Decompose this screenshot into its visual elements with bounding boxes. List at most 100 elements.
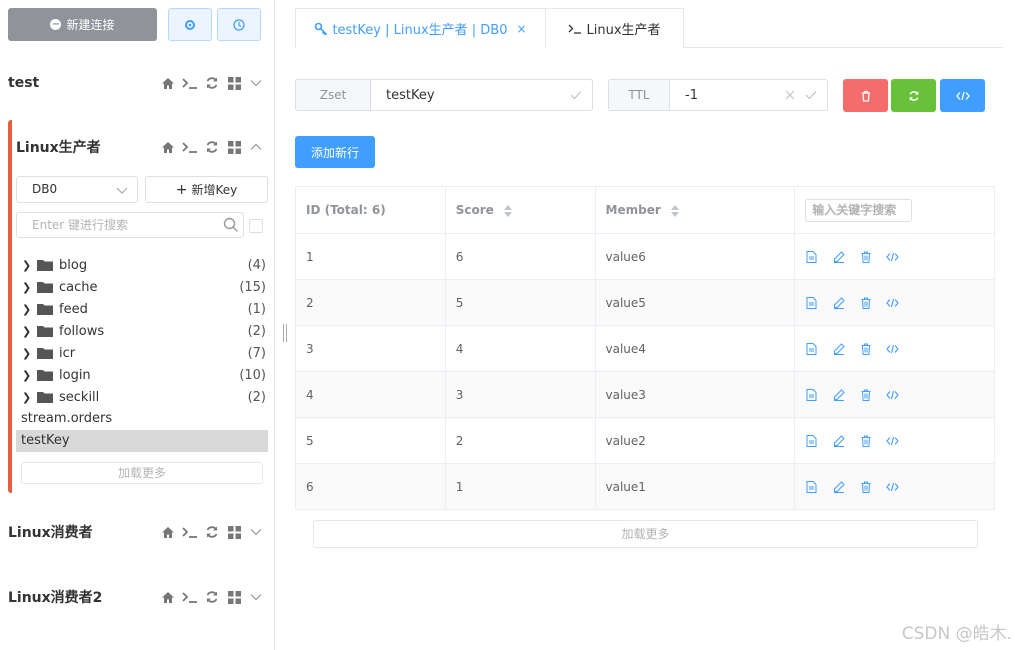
terminal-icon[interactable] (182, 524, 198, 540)
home-icon[interactable] (160, 75, 176, 91)
view-icon[interactable] (805, 342, 818, 355)
edit-icon[interactable] (832, 434, 845, 447)
ttl-input[interactable]: -1 (670, 80, 827, 110)
search-icon[interactable] (223, 217, 239, 233)
cell-score: 2 (444, 417, 596, 464)
folder-item-seckill[interactable]: ❯ seckill (2) (16, 386, 268, 408)
dump-command-button[interactable] (940, 79, 985, 112)
refresh-icon[interactable] (204, 524, 220, 540)
view-icon[interactable] (805, 296, 818, 309)
tab-label: Linux生产者 (586, 23, 661, 38)
trash-icon[interactable] (859, 250, 872, 263)
grid-icon[interactable] (226, 75, 242, 91)
folder-item-blog[interactable]: ❯ blog (4) (16, 254, 268, 276)
check-icon[interactable] (805, 90, 817, 100)
settings-button[interactable] (168, 8, 212, 41)
sort-icon[interactable] (670, 204, 679, 217)
key-name-input[interactable]: testKey (371, 80, 592, 110)
tab-cli[interactable]: Linux生产者 (545, 8, 684, 48)
column-header-member[interactable]: Member (594, 186, 796, 234)
edit-icon[interactable] (832, 342, 845, 355)
view-icon[interactable] (805, 480, 818, 493)
chevron-down-icon[interactable] (248, 589, 264, 605)
trash-icon[interactable] (859, 296, 872, 309)
chevron-right-icon[interactable]: ❯ (22, 391, 34, 404)
chevron-right-icon[interactable]: ❯ (22, 325, 34, 338)
connection-item-linux-consumer[interactable]: Linux消费者 (8, 520, 264, 544)
key-item[interactable]: stream.orders (16, 408, 268, 430)
folder-item-cache[interactable]: ❯ cache (15) (16, 276, 268, 298)
load-more-rows-button[interactable]: 加载更多 (313, 520, 978, 548)
clear-icon[interactable] (785, 90, 795, 100)
connection-item-linux-consumer2[interactable]: Linux消费者2 (8, 585, 264, 609)
db-select[interactable]: DB0 (16, 176, 138, 203)
code-icon[interactable] (886, 434, 899, 447)
folder-count: (2) (247, 389, 266, 405)
home-icon[interactable] (160, 524, 176, 540)
refresh-key-button[interactable] (891, 79, 936, 112)
sort-icon[interactable] (504, 204, 513, 217)
chevron-down-icon[interactable] (248, 75, 264, 91)
trash-icon[interactable] (859, 434, 872, 447)
code-icon[interactable] (886, 342, 899, 355)
trash-icon[interactable] (859, 342, 872, 355)
edit-icon[interactable] (832, 250, 845, 263)
edit-icon[interactable] (832, 388, 845, 401)
column-header-score[interactable]: Score (444, 186, 596, 234)
view-icon[interactable] (805, 388, 818, 401)
key-type-label: Zset (296, 80, 371, 110)
folder-item-login[interactable]: ❯ login (10) (16, 364, 268, 386)
add-key-button[interactable]: + 新增Key (145, 176, 268, 203)
trash-icon[interactable] (859, 480, 872, 493)
refresh-icon (908, 90, 919, 101)
edit-icon[interactable] (832, 480, 845, 493)
add-row-button[interactable]: 添加新行 (295, 136, 375, 168)
code-icon[interactable] (886, 388, 899, 401)
connection-item-test[interactable]: test (8, 71, 264, 95)
view-icon[interactable] (805, 434, 818, 447)
history-button[interactable] (217, 8, 261, 41)
terminal-icon[interactable] (182, 589, 198, 605)
chevron-up-icon[interactable] (248, 139, 264, 155)
terminal-icon[interactable] (182, 139, 198, 155)
code-icon[interactable] (886, 480, 899, 493)
connection-item-linux-producer[interactable]: Linux生产者 (16, 135, 264, 159)
home-icon[interactable] (160, 139, 176, 155)
ttl-label: TTL (609, 80, 670, 110)
grid-icon[interactable] (226, 524, 242, 540)
code-icon[interactable] (886, 250, 899, 263)
view-icon[interactable] (805, 250, 818, 263)
load-more-keys-button[interactable]: 加载更多 (21, 462, 263, 484)
chevron-down-icon[interactable] (248, 524, 264, 540)
edit-icon[interactable] (832, 296, 845, 309)
chevron-right-icon[interactable]: ❯ (22, 259, 34, 272)
folder-item-feed[interactable]: ❯ feed (1) (16, 298, 268, 320)
tab-key-detail[interactable]: testKey | Linux生产者 | DB0 × (295, 8, 546, 48)
exact-search-checkbox[interactable] (249, 219, 263, 233)
chevron-right-icon[interactable]: ❯ (22, 369, 34, 382)
key-search-input[interactable]: Enter 键进行搜索 (16, 212, 244, 238)
folder-item-follows[interactable]: ❯ follows (2) (16, 320, 268, 342)
panel-resize-handle[interactable] (283, 324, 287, 342)
code-icon[interactable] (886, 296, 899, 309)
new-connection-button[interactable]: − 新建连接 (8, 8, 157, 41)
refresh-icon[interactable] (204, 75, 220, 91)
close-icon[interactable]: × (517, 22, 527, 36)
terminal-icon[interactable] (182, 75, 198, 91)
home-icon[interactable] (160, 589, 176, 605)
chevron-right-icon[interactable]: ❯ (22, 347, 34, 360)
chevron-right-icon[interactable]: ❯ (22, 281, 34, 294)
delete-key-button[interactable] (843, 79, 888, 112)
table-search-input[interactable]: 输入关键字搜索 (805, 198, 913, 222)
refresh-icon[interactable] (204, 139, 220, 155)
zset-table: ID (Total: 6) Score Member 输入关键字搜索 1 6 val… (295, 186, 995, 510)
key-item-selected[interactable]: testKey (16, 430, 268, 452)
refresh-icon[interactable] (204, 589, 220, 605)
table-row: 3 4 value4 (295, 325, 995, 372)
check-icon[interactable] (570, 90, 582, 100)
grid-icon[interactable] (226, 589, 242, 605)
grid-icon[interactable] (226, 139, 242, 155)
chevron-right-icon[interactable]: ❯ (22, 303, 34, 316)
trash-icon[interactable] (859, 388, 872, 401)
folder-item-icr[interactable]: ❯ icr (7) (16, 342, 268, 364)
